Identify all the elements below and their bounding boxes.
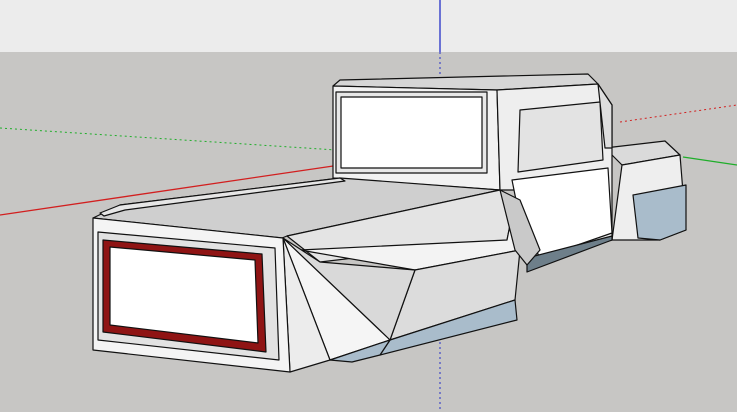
front-fender-shadow	[632, 184, 687, 241]
3d-scene[interactable]	[0, 0, 737, 412]
modeling-viewport[interactable]	[0, 0, 737, 412]
cab-rear-window	[340, 96, 483, 169]
cab-side-window	[517, 101, 604, 173]
sky-background	[0, 0, 737, 52]
